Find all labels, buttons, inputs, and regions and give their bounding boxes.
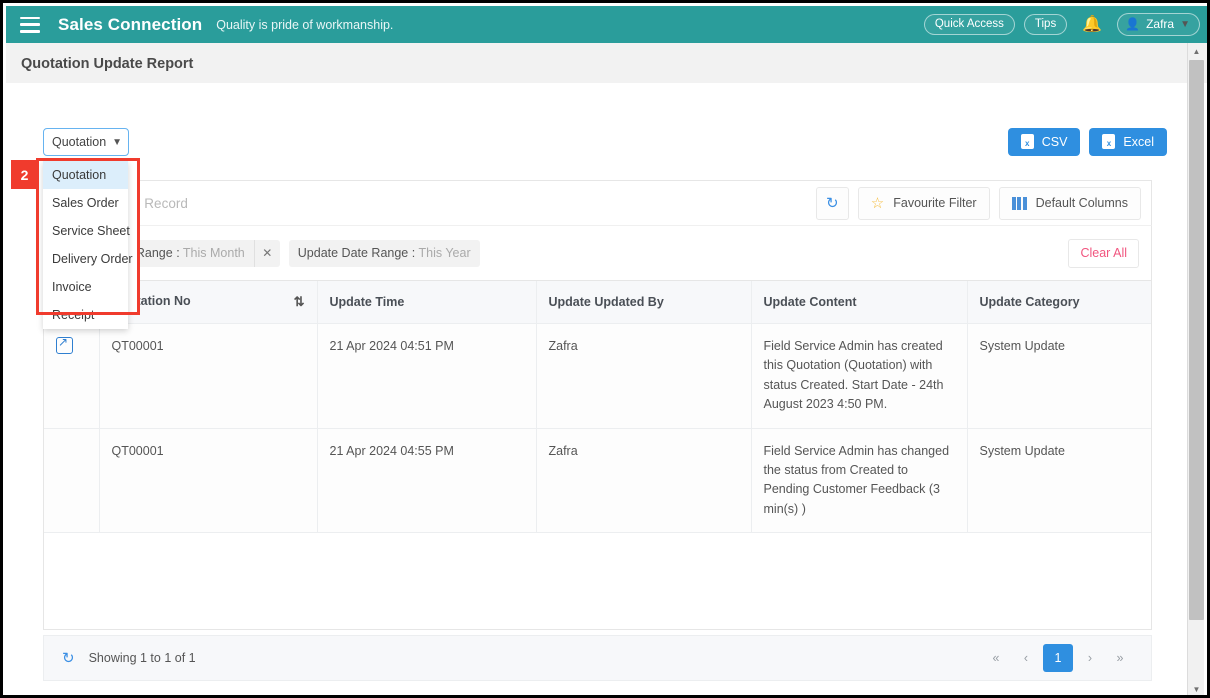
pagination-last-button[interactable]: » xyxy=(1107,645,1133,671)
search-input[interactable] xyxy=(54,187,810,219)
table-body: QT00001 21 Apr 2024 04:51 PM Zafra Field… xyxy=(44,323,1151,533)
table-row[interactable]: QT00001 21 Apr 2024 04:51 PM Zafra Field… xyxy=(44,323,1151,429)
brand-tagline: Quality is pride of workmanship. xyxy=(216,17,394,32)
export-csv-label: CSV xyxy=(1041,134,1068,149)
dropdown-option-invoice[interactable]: Invoice xyxy=(43,273,128,301)
clear-all-button[interactable]: Clear All xyxy=(1068,238,1139,268)
open-external-icon[interactable] xyxy=(56,334,73,354)
dropdown-option-receipt[interactable]: Receipt xyxy=(43,301,128,329)
column-header-update-category: Update Category xyxy=(967,281,1151,324)
file-icon: x xyxy=(1102,134,1116,149)
dropdown-option-service-sheet[interactable]: Service Sheet xyxy=(43,217,130,245)
refresh-icon[interactable]: ↻ xyxy=(62,651,75,666)
chevron-down-icon: ▼ xyxy=(112,136,122,148)
cell-update-category: System Update xyxy=(967,428,1151,533)
top-bar-actions: Quick Access Tips 🔔 👤 Zafra ▼ xyxy=(923,13,1200,36)
refresh-icon: ↻ xyxy=(825,194,839,212)
search-toolbar: ↻ ☆ Favourite Filter Default Columns xyxy=(43,180,1152,225)
table-footer: ↻ Showing 1 to 1 of 1 « ‹ 1 › » xyxy=(43,635,1152,681)
cell-update-time: 21 Apr 2024 04:55 PM xyxy=(317,428,537,533)
pagination-next-button[interactable]: › xyxy=(1077,645,1103,671)
filter-tag-value: This Month xyxy=(182,246,245,260)
cell-updated-by: Zafra xyxy=(536,428,752,533)
favourite-filter-button[interactable]: ☆ Favourite Filter xyxy=(857,186,990,220)
pagination-first-button[interactable]: « xyxy=(983,645,1009,671)
pagination: « ‹ 1 › » xyxy=(983,644,1133,672)
table-header-row: # Quotation No ⇅ Update Time Update Upda… xyxy=(44,281,1151,324)
top-navigation-bar: Sales Connection Quality is pride of wor… xyxy=(6,6,1207,43)
scrollbar-thumb[interactable] xyxy=(1189,60,1204,620)
star-icon: ☆ xyxy=(870,194,885,212)
close-icon[interactable]: ✕ xyxy=(253,239,280,267)
user-avatar-icon: 👤 xyxy=(1125,17,1141,31)
cell-update-content: Field Service Admin has changed the stat… xyxy=(751,428,968,533)
pagination-prev-button[interactable]: ‹ xyxy=(1013,645,1039,671)
record-type-dropdown: Quotation Sales Order Service Sheet Deli… xyxy=(43,161,133,329)
bell-icon[interactable]: 🔔 xyxy=(1076,16,1108,33)
pagination-page-1[interactable]: 1 xyxy=(1043,644,1073,672)
row-action-cell xyxy=(44,428,100,533)
favourite-filter-label: Favourite Filter xyxy=(893,196,977,210)
showing-count-label: Showing 1 to 1 of 1 xyxy=(88,651,196,665)
columns-icon xyxy=(1011,196,1027,210)
cell-updated-by: Zafra xyxy=(536,323,752,429)
sort-icon[interactable]: ⇅ xyxy=(294,294,305,310)
dropdown-option-sales-order[interactable]: Sales Order xyxy=(43,189,128,217)
chevron-down-icon: ▼ xyxy=(1180,18,1190,30)
row-action-cell xyxy=(44,323,100,429)
report-table-container: # Quotation No ⇅ Update Time Update Upda… xyxy=(43,281,1152,630)
report-table: # Quotation No ⇅ Update Time Update Upda… xyxy=(44,281,1151,533)
annotation-step-badge: 2 xyxy=(11,160,38,189)
export-csv-button[interactable]: x CSV xyxy=(1007,128,1081,156)
app-window: Sales Connection Quality is pride of wor… xyxy=(0,0,1210,698)
export-excel-label: Excel xyxy=(1123,134,1154,149)
filter-tag-update-date-range[interactable]: Update Date Range : This Year xyxy=(288,239,480,267)
brand-title: Sales Connection xyxy=(58,14,203,34)
default-columns-label: Default Columns xyxy=(1035,196,1128,210)
dropdown-option-delivery-order[interactable]: Delivery Order xyxy=(43,245,133,273)
column-header-updated-by: Update Updated By xyxy=(536,281,752,324)
cell-quotation-no: QT00001 xyxy=(99,428,318,533)
refresh-table-button[interactable]: ↻ xyxy=(815,186,849,220)
scroll-down-arrow-icon[interactable]: ▼ xyxy=(1188,681,1205,695)
tips-button[interactable]: Tips xyxy=(1023,14,1068,35)
hamburger-menu-icon[interactable] xyxy=(20,16,40,33)
cell-update-category: System Update xyxy=(967,323,1151,429)
table-row[interactable]: QT00001 21 Apr 2024 04:55 PM Zafra Field… xyxy=(44,428,1151,533)
filter-tag-text: Update Date Range : This Year xyxy=(297,246,471,260)
column-header-update-time: Update Time xyxy=(317,281,537,324)
column-header-update-content: Update Content xyxy=(751,281,968,324)
record-type-select[interactable]: Quotation ▼ xyxy=(43,128,129,156)
filter-tag-value: This Year xyxy=(418,246,471,260)
cell-update-content: Field Service Admin has created this Quo… xyxy=(751,323,968,429)
record-type-value: Quotation xyxy=(52,135,107,149)
dropdown-option-quotation[interactable]: Quotation xyxy=(43,161,128,189)
user-name-label: Zafra xyxy=(1146,17,1175,31)
user-menu-button[interactable]: 👤 Zafra ▼ xyxy=(1117,13,1200,36)
vertical-scrollbar[interactable]: ▲ ▼ xyxy=(1187,43,1205,695)
scroll-up-arrow-icon[interactable]: ▲ xyxy=(1188,43,1205,60)
default-columns-button[interactable]: Default Columns xyxy=(998,186,1141,220)
page-title: Quotation Update Report xyxy=(21,56,194,72)
active-filters-bar: Create Date Range : This Month ✕ Update … xyxy=(43,225,1152,281)
cell-quotation-no: QT00001 xyxy=(99,323,318,429)
cell-update-time: 21 Apr 2024 04:51 PM xyxy=(317,323,537,429)
export-excel-button[interactable]: x Excel xyxy=(1089,128,1167,156)
table-head: # Quotation No ⇅ Update Time Update Upda… xyxy=(44,281,1151,324)
quick-access-button[interactable]: Quick Access xyxy=(923,14,1015,35)
file-icon: x xyxy=(1020,134,1034,149)
filter-tag-label: Update Date Range xyxy=(297,246,409,260)
export-buttons-group: x CSV x Excel xyxy=(1007,128,1167,156)
